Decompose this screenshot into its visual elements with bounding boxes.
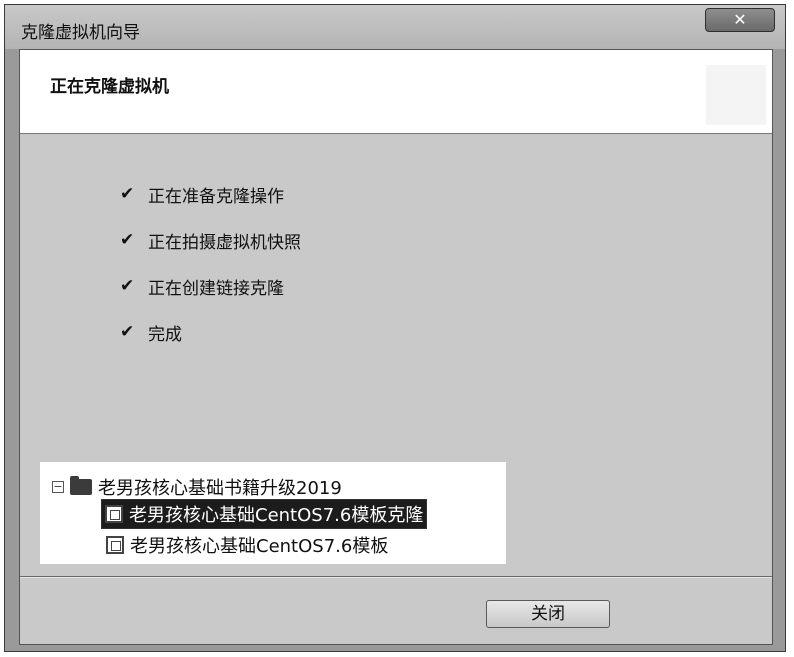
tree-item-label: 老男孩核心基础CentOS7.6模板	[130, 536, 389, 557]
step-label: 正在准备克隆操作	[148, 186, 284, 207]
folder-icon	[70, 476, 92, 495]
step-done: ✔ 完成	[120, 320, 182, 345]
step-linked-clone: ✔ 正在创建链接克隆	[120, 274, 284, 299]
collapse-icon[interactable]: −	[52, 481, 64, 493]
checkmark-icon: ✔	[120, 230, 135, 250]
virtual-machine-icon	[106, 536, 124, 554]
close-button[interactable]: 关闭	[486, 600, 610, 628]
title-bar: 克隆虚拟机向导 ✕	[5, 5, 785, 49]
footer-divider	[20, 576, 772, 578]
folder-label: 老男孩核心基础书籍升级2019	[98, 478, 342, 499]
step-label: 正在拍摄虚拟机快照	[148, 232, 301, 253]
close-icon: ✕	[733, 10, 747, 29]
wizard-header: 正在克隆虚拟机	[20, 50, 772, 134]
step-snapshot: ✔ 正在拍摄虚拟机快照	[120, 228, 301, 253]
tree-item-template[interactable]: 老男孩核心基础CentOS7.6模板	[106, 532, 388, 558]
vm-library-tree: − 老男孩核心基础书籍升级2019 老男孩核心基础CentOS7.6模板克隆 老…	[40, 462, 506, 564]
page-title: 正在克隆虚拟机	[50, 77, 169, 97]
tree-item-label: 老男孩核心基础CentOS7.6模板克隆	[129, 505, 424, 526]
header-image	[706, 65, 766, 125]
virtual-machine-icon	[105, 505, 123, 523]
window-close-button[interactable]: ✕	[705, 8, 775, 32]
clone-wizard-window: 克隆虚拟机向导 ✕ 正在克隆虚拟机 ✔ 正在准备克隆操作 ✔ 正在拍摄虚拟机快照…	[4, 4, 786, 652]
checkmark-icon: ✔	[120, 184, 135, 204]
tree-folder-row[interactable]: − 老男孩核心基础书籍升级2019	[52, 474, 342, 500]
step-label: 完成	[148, 324, 182, 345]
checkmark-icon: ✔	[120, 322, 135, 342]
wizard-body: 正在克隆虚拟机 ✔ 正在准备克隆操作 ✔ 正在拍摄虚拟机快照 ✔ 正在创建链接克…	[19, 49, 773, 645]
window-title: 克隆虚拟机向导	[21, 23, 140, 43]
checkmark-icon: ✔	[120, 276, 135, 296]
step-label: 正在创建链接克隆	[148, 278, 284, 299]
tree-item-clone[interactable]: 老男孩核心基础CentOS7.6模板克隆	[100, 499, 428, 529]
step-prepare: ✔ 正在准备克隆操作	[120, 182, 284, 207]
